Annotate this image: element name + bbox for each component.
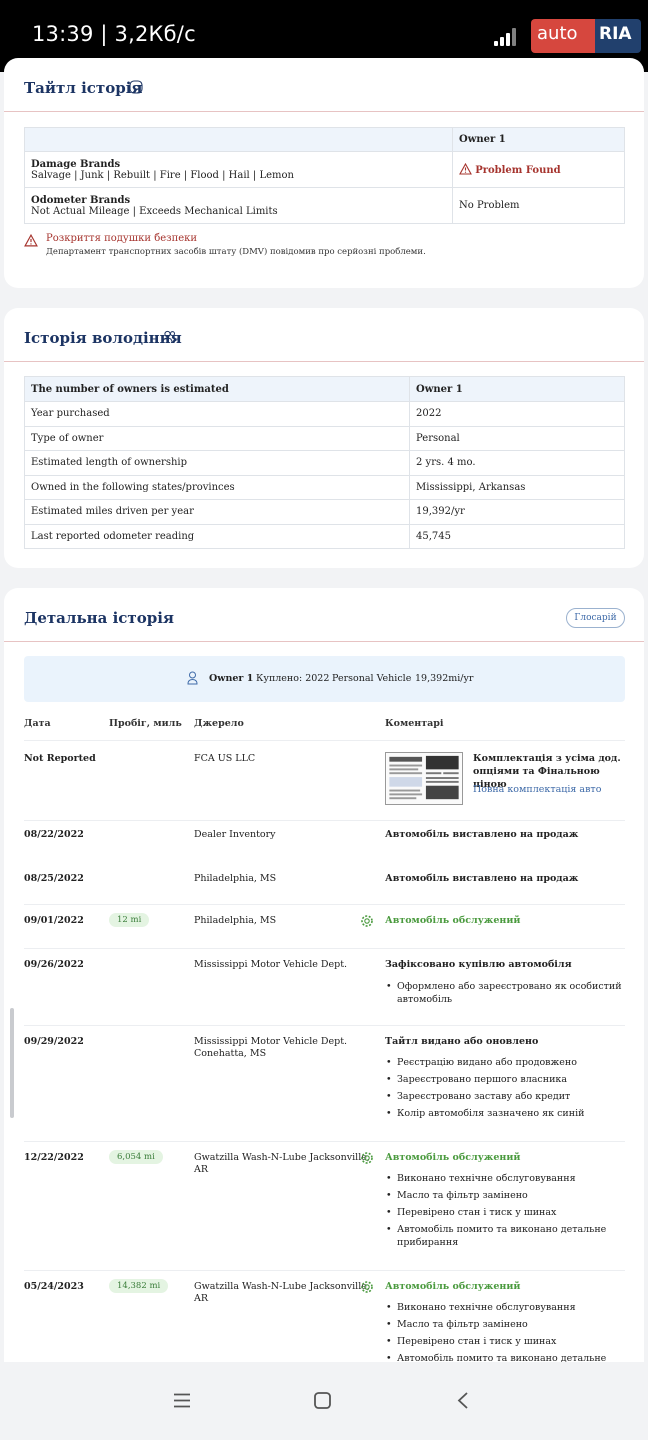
table-row: Type of owner Personal [24, 425, 625, 451]
divider [4, 111, 644, 112]
gear-icon [361, 1281, 373, 1293]
users-icon [162, 330, 177, 343]
table-row: Last reported odometer reading 45,745 [24, 523, 625, 549]
full-options-link[interactable]: Повна комплектація авто [473, 783, 601, 796]
list-item: Перевірено стан і тиск у шинах [386, 1335, 556, 1348]
list-item: Оформлено або зареєстровано як особистий [386, 980, 622, 993]
title-owner-header: Owner 1 [452, 127, 625, 152]
divider [4, 641, 644, 642]
status-time: 13:39 | 3,2Кб/с [32, 22, 196, 46]
list-item: Виконано технічне обслуговування [386, 1172, 576, 1185]
banner-miles: 19,392mi/yr [415, 673, 474, 684]
odometer-brands-label: Odometer Brands [31, 194, 131, 206]
damage-status: Problem Found [475, 165, 561, 176]
ownership-table: The number of owners is estimated Owner … [24, 376, 625, 549]
list-item: Колір автомобіля зазначено як синій [386, 1107, 584, 1120]
list-item: Масло та фільтр замінено [386, 1318, 528, 1331]
owner-banner: Owner 1 Куплено: 2022 Personal Vehicle 1… [24, 656, 625, 702]
system-nav-bar [0, 1362, 648, 1440]
gear-icon [361, 1152, 373, 1164]
list-item: Реєстрацію видано або продовжено [386, 1056, 577, 1069]
ownership-title: Історія володіння [24, 329, 182, 347]
odometer-status: No Problem [452, 187, 625, 224]
detailed-history-card: Детальна історія Глосарій Owner 1 Куплен… [4, 588, 644, 1362]
damage-brands-label: Damage Brands [31, 158, 121, 170]
divider [4, 361, 644, 362]
airbag-title: Розкриття подушки безпеки [46, 233, 198, 244]
user-icon [187, 671, 198, 685]
history-row: 09/29/2022 Mississippi Motor Vehicle Dep… [4, 1025, 644, 1141]
history-row: 09/01/2022 12 mi Philadelphia, MS Автомо… [4, 904, 644, 948]
odometer-brands-detail: Not Actual Mileage | Exceeds Mechanical … [31, 205, 278, 217]
airbag-text: Департамент транспортних засобів штату (… [46, 247, 426, 257]
gear-icon [361, 915, 373, 927]
banner-bought: Куплено: 2022 [256, 673, 330, 684]
title-history-card: Тайтл історія Owner 1 Damage Brands Salv… [4, 58, 644, 288]
history-row: 05/24/2023 14,382 mi Gwatzilla Wash-N-Lu… [4, 1270, 644, 1362]
title-history-title: Тайтл історія [24, 79, 143, 97]
col-date: Дата [24, 718, 51, 729]
mileage-badge: 12 mi [109, 913, 150, 927]
banner-owner: Owner 1 [209, 673, 254, 684]
scrollbar[interactable] [10, 1008, 14, 1118]
ownership-card: Історія володіння The number of owners i… [4, 308, 644, 568]
table-row: Estimated length of ownership 2 yrs. 4 mo… [24, 450, 625, 476]
history-row: 12/22/2022 6,054 mi Gwatzilla Wash-N-Lub… [4, 1141, 644, 1270]
ownership-owner-header: Owner 1 [409, 376, 625, 402]
col-comments: Коментарі [385, 718, 444, 729]
list-item: Перевірено стан і тиск у шинах [386, 1206, 556, 1219]
warning-icon [24, 234, 38, 247]
signal-icon [494, 26, 520, 46]
col-source: Джерело [194, 718, 244, 729]
damage-brands-detail: Salvage | Junk | Rebuilt | Fire | Flood … [31, 169, 294, 181]
autoria-logo: auto RIA [531, 19, 641, 53]
history-row: 08/22/2022 Dealer Inventory Автомобіль в… [4, 820, 644, 864]
list-item: Виконано технічне обслуговування [386, 1301, 576, 1314]
home-icon[interactable] [313, 1391, 332, 1410]
mileage-badge: 6,054 mi [109, 1150, 163, 1164]
window-sticker-thumbnail[interactable] [385, 752, 463, 805]
table-row: Estimated miles driven per year 19,392/yr [24, 499, 625, 525]
list-item: Автомобіль помито та виконано детальне [386, 1352, 606, 1362]
list-item: Зареєстровано заставу або кредит [386, 1090, 570, 1103]
history-row: Not Reported FCA US LLC Комплектація з у… [4, 740, 644, 820]
col-mileage: Пробіг, миль [109, 718, 182, 729]
history-row: 09/26/2022 Mississippi Motor Vehicle Dep… [4, 948, 644, 1025]
table-row: Year purchased 2022 [24, 401, 625, 427]
banner-type: Personal Vehicle [332, 673, 412, 684]
table-row: Owned in the following states/provinces M… [24, 474, 625, 500]
table-row: Damage Brands Salvage | Junk | Rebuilt |… [24, 151, 625, 188]
glossary-button[interactable]: Глосарій [566, 608, 625, 628]
history-row: 08/25/2022 Philadelphia, MS Автомобіль в… [24, 873, 579, 884]
smiley-icon [129, 80, 143, 94]
menu-icon[interactable] [172, 1392, 192, 1409]
list-item: Зареєстровано першого власника [386, 1073, 567, 1086]
warning-icon [459, 163, 472, 175]
title-brands-table: Owner 1 Damage Brands Salvage | Junk | R… [24, 127, 625, 224]
detailed-history-title: Детальна історія [24, 609, 174, 627]
mileage-badge: 14,382 mi [109, 1279, 169, 1293]
owners-estimated-header: The number of owners is estimated [24, 376, 410, 402]
list-item: Автомобіль помито та виконано детальне [386, 1223, 606, 1236]
back-icon[interactable] [456, 1391, 470, 1410]
list-item: Масло та фільтр замінено [386, 1189, 528, 1202]
table-row: Odometer Brands Not Actual Mileage | Exc… [24, 187, 625, 224]
